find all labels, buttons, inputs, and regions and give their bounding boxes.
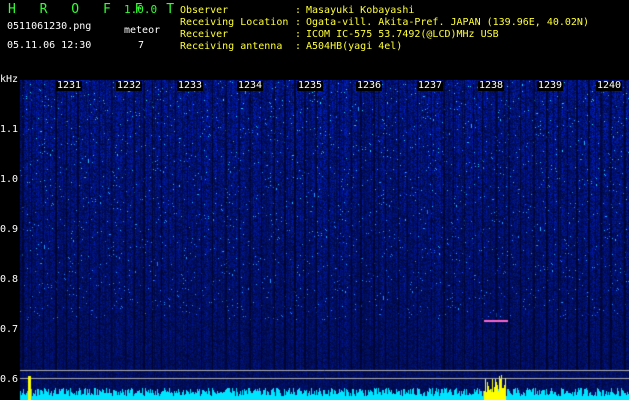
observer-label: Observer <box>180 5 229 16</box>
x-tick: 1235 <box>297 80 324 91</box>
x-tick: 1234 <box>237 80 264 91</box>
meteor-count: 7 <box>138 40 145 51</box>
location-colon: : <box>295 17 302 28</box>
y-tick: 0.6 <box>0 374 19 385</box>
app-version: 1.0.0 <box>124 3 158 16</box>
x-tick: 1236 <box>356 80 383 91</box>
x-tick: 1239 <box>537 80 564 91</box>
date-time: 05.11.06 12:30 <box>7 40 92 51</box>
x-tick: 1233 <box>177 80 204 91</box>
observer-colon: : <box>295 5 302 16</box>
location-label: Receiving Location <box>180 17 289 28</box>
observer-value: Masayuki Kobayashi <box>306 5 415 16</box>
y-tick: 0.7 <box>0 324 19 335</box>
antenna-value: A504HB(yagi 4el) <box>306 41 403 52</box>
y-tick: 1.0 <box>0 174 19 185</box>
y-tick: 0.8 <box>0 274 19 285</box>
x-tick: 1237 <box>417 80 444 91</box>
antenna-label: Receiving antenna <box>180 41 283 52</box>
y-tick: 0.9 <box>0 224 19 235</box>
receiver-colon: : <box>295 29 302 40</box>
location-value: Ogata-vill. Akita-Pref. JAPAN (139.96E, … <box>306 17 589 28</box>
x-tick: 1240 <box>596 80 623 91</box>
file-name: 0511061230.png <box>7 21 92 32</box>
antenna-colon: : <box>295 41 302 52</box>
frequency-unit: kHz <box>0 74 19 85</box>
receiver-label: Receiver <box>180 29 229 40</box>
header-panel: H R O F F T 1.0.0 0511061230.png meteor … <box>0 0 629 80</box>
meteor-label: meteor <box>124 25 161 36</box>
receiver-value: ICOM IC-575 53.7492(@LCD)MHz USB <box>306 29 499 40</box>
x-tick: 1238 <box>478 80 505 91</box>
x-tick: 1232 <box>116 80 143 91</box>
spectrogram <box>0 80 629 400</box>
x-tick: 1231 <box>56 80 83 91</box>
y-tick: 1.1 <box>0 124 19 135</box>
